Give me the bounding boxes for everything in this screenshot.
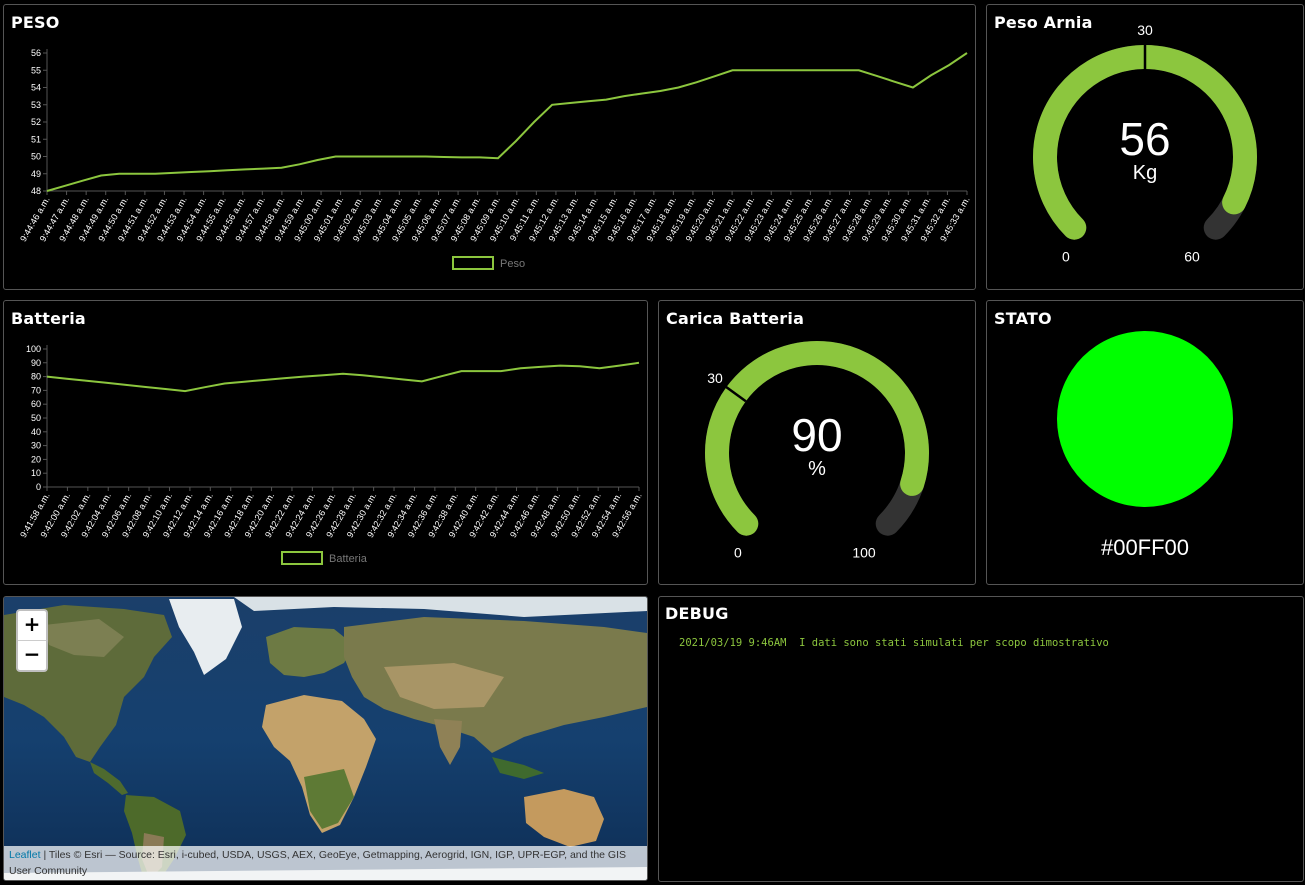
carica-gauge: 30 0 100 90%: [705, 341, 929, 561]
peso-gauge-value: 56: [1119, 113, 1170, 165]
batteria-y-tick-label: 40: [31, 427, 41, 437]
zoom-in-button[interactable]: +: [18, 611, 46, 640]
peso-y-tick-label: 55: [31, 65, 41, 75]
batteria-y-tick-label: 60: [31, 399, 41, 409]
batteria-y-tick-label: 10: [31, 468, 41, 478]
peso-gauge-max-label: 60: [1184, 249, 1200, 265]
peso-gauge: 30 0 60 56Kg: [1033, 22, 1257, 265]
peso-y-tick-label: 56: [31, 48, 41, 58]
peso-y-tick-label: 54: [31, 83, 41, 93]
peso-series-line: [46, 52, 968, 192]
batteria-y-tick-label: 20: [31, 454, 41, 464]
carica-gauge-mid-label: 30: [707, 370, 723, 386]
peso-y-tick-label: 48: [31, 186, 41, 196]
stato-card: STATO #00FF00: [986, 300, 1304, 585]
carica-gauge-value: 90: [791, 409, 842, 461]
peso-legend-label[interactable]: Peso: [500, 258, 525, 270]
carica-gauge-card: Carica Batteria 30 0 100 90%: [658, 300, 976, 585]
batteria-y-tick-label: 50: [31, 413, 41, 423]
peso-gauge-card: Peso Arnia 30 0 60 56 Kg: [986, 4, 1304, 290]
map-zoom-control: + −: [16, 609, 48, 672]
batteria-y-tick-label: 100: [26, 344, 41, 354]
peso-line-chart: 4849505152535455569:44:46 a.m.9:44:47 a.…: [18, 48, 972, 270]
batteria-y-tick-label: 80: [31, 372, 41, 382]
map-attribution: Leaflet | Tiles © Esri — Source: Esri, i…: [4, 846, 647, 880]
batteria-chart-card: Batteria 0 10 20 30 40 50 60 70 80 90 100 9:41:58 a…: [3, 300, 648, 585]
map-card[interactable]: + − Leaflet | Tiles © Esri — Source: Esr…: [3, 596, 648, 881]
peso-y-tick-label: 50: [31, 152, 41, 162]
zoom-out-button[interactable]: −: [18, 640, 46, 670]
peso-y-tick-label: 51: [31, 134, 41, 144]
world-map[interactable]: [4, 597, 647, 880]
peso-gauge-min-label: 0: [1062, 249, 1070, 265]
attribution-text: | Tiles © Esri — Source: Esri, i-cubed, …: [9, 849, 627, 877]
stato-title: STATO: [994, 309, 1052, 328]
peso-gauge-mid-label: 30: [1137, 22, 1153, 38]
debug-title: DEBUG: [665, 604, 729, 623]
batteria-y-tick-label: 90: [31, 358, 41, 368]
carica-gauge-unit: %: [808, 458, 826, 480]
peso-y-tick-label: 52: [31, 117, 41, 127]
batteria-y-tick-label: 0: [36, 482, 41, 492]
batteria-legend-swatch[interactable]: [281, 551, 323, 565]
leaflet-link[interactable]: Leaflet: [9, 849, 41, 861]
peso-legend-swatch[interactable]: [452, 256, 494, 270]
peso-y-tick-label: 49: [31, 169, 41, 179]
debug-card: DEBUG 2021/03/19 9:46AM I dati sono stat…: [658, 596, 1304, 882]
batteria-legend-label[interactable]: Batteria: [329, 553, 368, 565]
peso-chart-card: PESO 48 49 50 51 52 53 54 55 56 9:44:46 a.m. 9:44:…: [3, 4, 976, 290]
batteria-y-tick-label: 30: [31, 441, 41, 451]
batteria-line-chart: 01020304050607080901009:41:58 a.m.9:42:0…: [18, 344, 644, 565]
peso-y-tick-label: 53: [31, 100, 41, 110]
debug-message: 2021/03/19 9:46AM I dati sono stati simu…: [679, 637, 1109, 649]
batteria-series-line: [46, 361, 640, 393]
batteria-y-tick-label: 70: [31, 385, 41, 395]
carica-gauge-min-label: 0: [734, 545, 742, 561]
stato-indicator-circle: [1057, 331, 1233, 507]
peso-gauge-unit: Kg: [1133, 162, 1157, 184]
carica-gauge-max-label: 100: [852, 545, 876, 561]
stato-color-label: #00FF00: [1100, 535, 1190, 560]
